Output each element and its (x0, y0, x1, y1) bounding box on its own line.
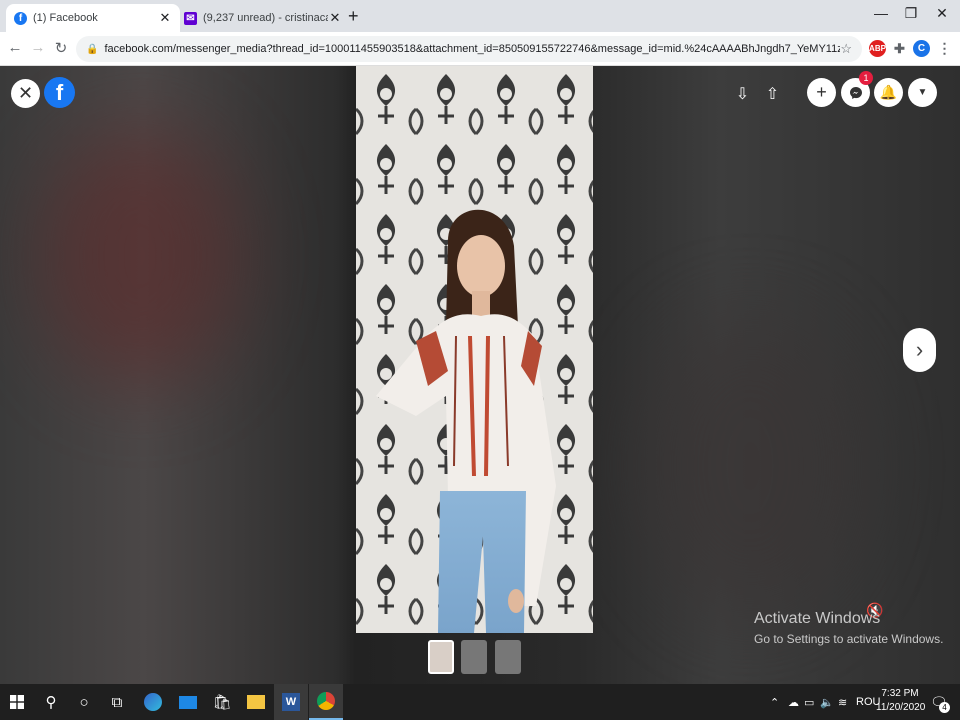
tab-title: (9,237 unread) - cristinacarneala@ (203, 12, 328, 24)
address-bar[interactable]: 🔒 facebook.com/messenger_media?thread_id… (76, 36, 862, 62)
tab-facebook[interactable]: f (1) Facebook ✕ (6, 4, 180, 32)
battery-icon[interactable]: ▭ (804, 684, 814, 720)
messenger-badge: 1 (859, 71, 873, 85)
search-icon[interactable]: ⚲ (34, 684, 68, 720)
background-blur (640, 316, 860, 616)
thumbnail-2[interactable] (461, 640, 487, 674)
system-clock[interactable]: 7:32 PM 11/20/2020 (876, 687, 926, 715)
edge-browser-icon[interactable] (136, 684, 170, 720)
media-viewer: ✕ f ⇩ ⇧ + 1 🔔 ▼ › 🔇 Activate Windows Go … (0, 66, 960, 684)
clock-date: 11/20/2020 (876, 702, 926, 713)
close-viewer-icon[interactable]: ✕ (11, 79, 40, 108)
share-icon[interactable]: ⇧ (758, 79, 787, 108)
lock-icon: 🔒 (86, 43, 99, 55)
facebook-icon: f (14, 11, 27, 25)
activate-subtitle: Go to Settings to activate Windows. (754, 632, 944, 646)
maximize-button[interactable]: ❐ (900, 5, 922, 22)
store-icon[interactable]: 🛍 (205, 684, 239, 720)
minimize-button[interactable]: — (870, 5, 892, 21)
facebook-logo-icon[interactable]: f (44, 77, 75, 108)
profile-avatar[interactable]: C (913, 40, 930, 57)
media-photo (356, 66, 593, 633)
activate-title: Activate Windows (754, 610, 881, 627)
activate-windows-watermark: Activate Windows Go to Settings to activ… (754, 610, 943, 646)
forward-arrow-icon[interactable]: → (29, 39, 47, 56)
reload-icon[interactable]: ↻ (52, 39, 70, 57)
tab-yahoo-mail[interactable]: ✉ (9,237 unread) - cristinacarneala@ ✕ (176, 4, 350, 32)
back-arrow-icon[interactable]: ← (6, 39, 24, 56)
download-icon[interactable]: ⇩ (728, 79, 757, 108)
tab-title: (1) Facebook (33, 12, 98, 24)
url-text: facebook.com/messenger_media?thread_id=1… (104, 43, 841, 55)
cortana-icon[interactable]: ○ (67, 684, 101, 720)
next-photo-chevron-icon[interactable]: › (903, 328, 936, 372)
notification-count-badge: 4 (939, 702, 950, 713)
show-hidden-icons-icon[interactable]: ⌃ (770, 684, 779, 720)
create-plus-icon[interactable]: + (807, 78, 836, 107)
adblock-plus-icon[interactable]: ABP (869, 40, 886, 57)
windows-start-icon[interactable] (0, 684, 34, 720)
tab-strip: f (1) Facebook ✕ ✉ (9,237 unread) - cris… (0, 0, 960, 32)
windows-taskbar: ⚲ ○ ⧉ 🛍 W ⌃ ☁ ▭ 🔈 ≋ ROU 7:32 PM 11/20/20… (0, 684, 960, 720)
chrome-menu-icon[interactable]: ⋮ (936, 40, 953, 57)
thumbnail-1[interactable] (428, 640, 454, 674)
browser-toolbar: ← → ↻ 🔒 facebook.com/messenger_media?thr… (0, 32, 960, 66)
thumbnail-3[interactable] (495, 640, 521, 674)
yahoo-mail-icon: ✉ (184, 11, 197, 25)
onedrive-icon[interactable]: ☁ (788, 684, 799, 720)
notifications-bell-icon[interactable]: 🔔 (874, 78, 903, 107)
extensions-puzzle-icon[interactable]: ✚ (891, 40, 908, 57)
close-window-button[interactable]: ✕ (931, 5, 953, 22)
file-explorer-icon[interactable] (239, 684, 273, 720)
clock-time: 7:32 PM (881, 688, 919, 699)
mail-icon[interactable] (171, 684, 205, 720)
task-view-icon[interactable]: ⧉ (100, 684, 134, 720)
photo-image (356, 66, 593, 633)
account-dropdown-icon[interactable]: ▼ (908, 78, 937, 107)
new-tab-button[interactable]: + (348, 6, 359, 27)
word-icon[interactable]: W (274, 684, 308, 720)
network-icon[interactable]: ≋ (838, 684, 847, 720)
close-tab-icon[interactable]: ✕ (328, 10, 342, 26)
close-tab-icon[interactable]: ✕ (158, 10, 172, 26)
background-blur (40, 126, 240, 386)
chrome-icon[interactable] (309, 684, 343, 720)
volume-icon[interactable]: 🔈 (820, 684, 834, 720)
bookmark-star-icon[interactable]: ☆ (840, 41, 852, 57)
